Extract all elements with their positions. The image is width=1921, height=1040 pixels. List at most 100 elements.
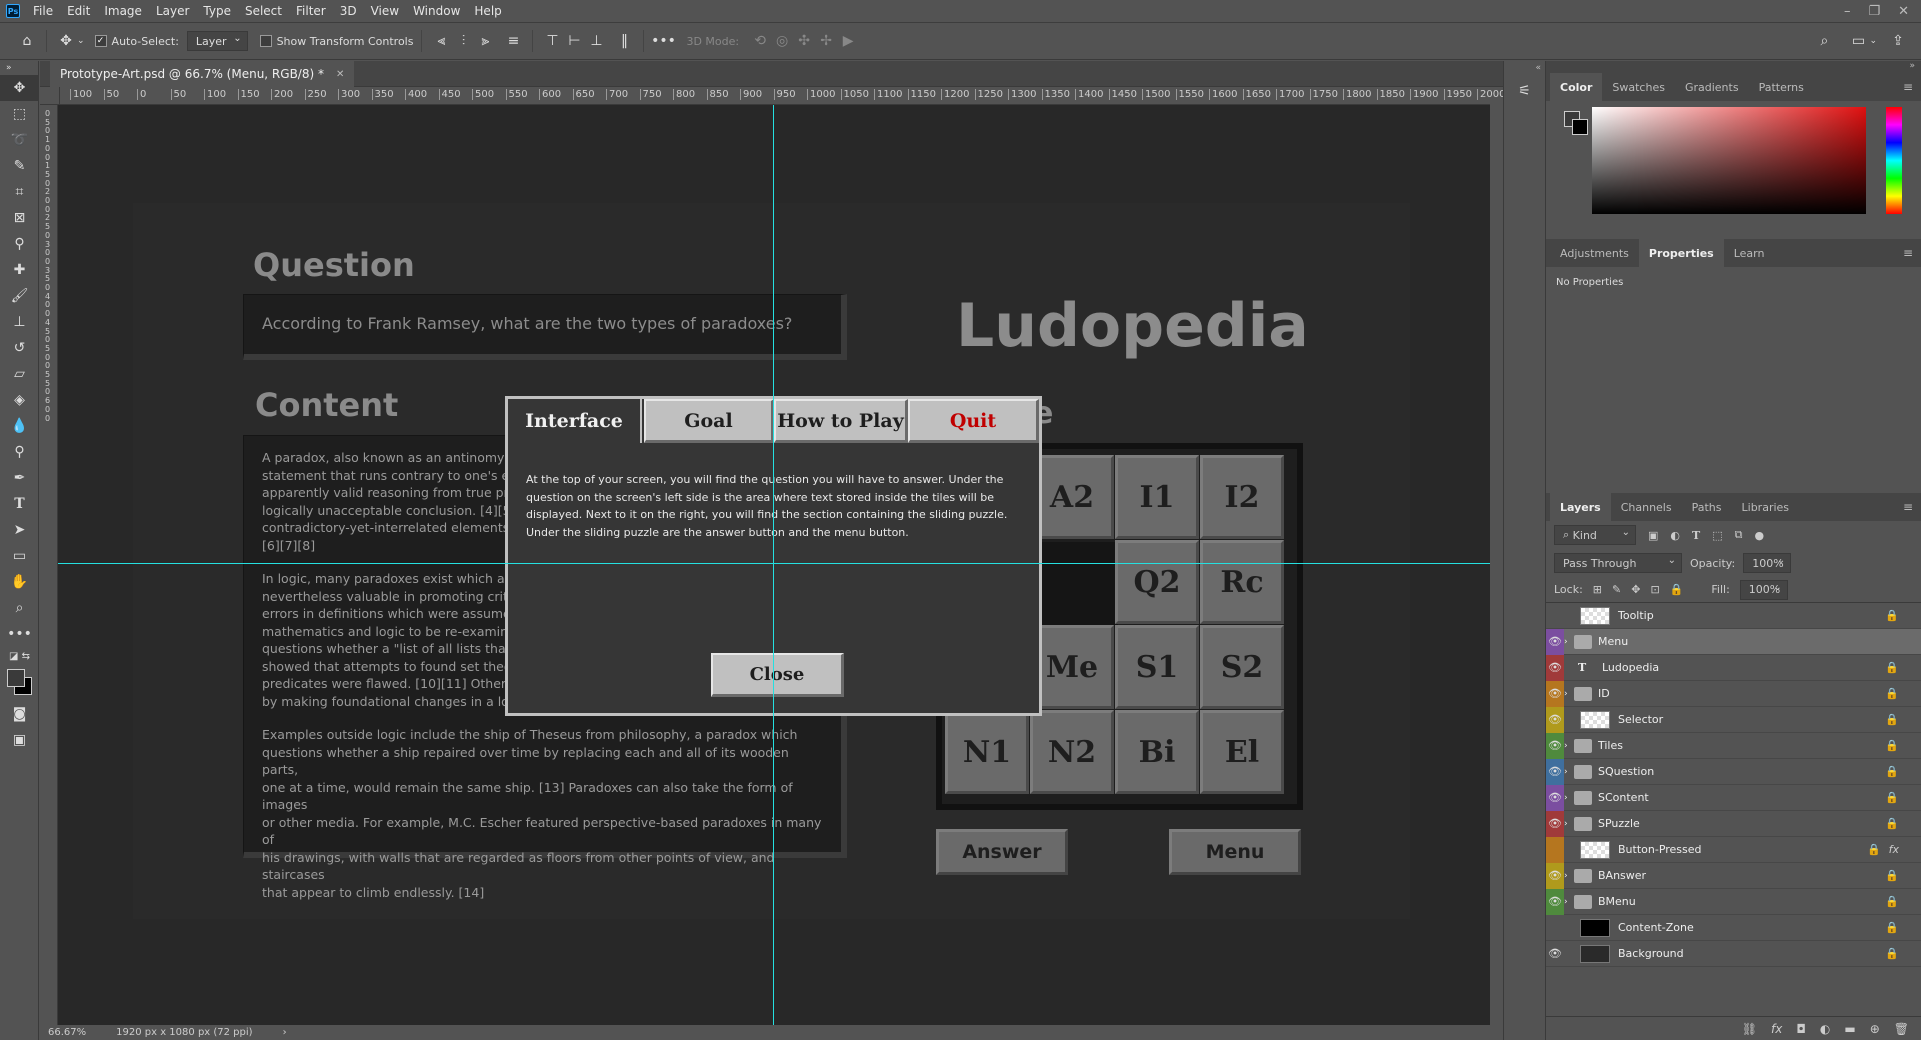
layer-row[interactable]: 👁 › Tiles 🔒 bbox=[1546, 732, 1921, 759]
minimize-icon[interactable]: – bbox=[1844, 4, 1851, 19]
restore-icon[interactable]: ❐ bbox=[1868, 4, 1880, 19]
menu-file[interactable]: File bbox=[26, 4, 60, 18]
tab-interface[interactable]: Interface bbox=[508, 399, 642, 443]
more-options-icon[interactable]: ••• bbox=[651, 30, 676, 52]
tab-patterns[interactable]: Patterns bbox=[1749, 73, 1814, 101]
eye-icon[interactable]: 👁 bbox=[1546, 810, 1564, 837]
move-tool-preset-icon[interactable]: ✥ bbox=[55, 30, 77, 52]
ruler-origin[interactable] bbox=[40, 87, 60, 105]
tab-layers[interactable]: Layers bbox=[1550, 493, 1611, 521]
tab-color[interactable]: Color bbox=[1550, 73, 1603, 101]
visibility-off[interactable] bbox=[1546, 836, 1564, 863]
search-icon[interactable]: ⌕ bbox=[1813, 30, 1835, 52]
puzzle-tile[interactable]: I2 bbox=[1200, 455, 1284, 539]
brush-tool-icon[interactable]: 🖌 bbox=[0, 283, 39, 309]
collapse-icon[interactable]: » bbox=[1546, 61, 1921, 73]
distribute-icon[interactable]: ≡ bbox=[502, 30, 524, 52]
horizontal-guide[interactable] bbox=[58, 563, 1490, 564]
zoom-tool-icon[interactable]: ⌕ bbox=[0, 595, 39, 621]
tab-gradients[interactable]: Gradients bbox=[1675, 73, 1749, 101]
expand-arrow-icon[interactable]: › bbox=[1564, 741, 1574, 751]
puzzle-tile[interactable]: Rc bbox=[1200, 540, 1284, 624]
layer-row[interactable]: Content-Zone 🔒 bbox=[1546, 915, 1921, 941]
expand-arrow-icon[interactable]: › bbox=[1564, 767, 1574, 777]
layer-row[interactable]: 👁 Selector 🔒 bbox=[1546, 706, 1921, 733]
layer-row[interactable]: 👁 › Menu bbox=[1546, 628, 1921, 655]
marquee-tool-icon[interactable]: ⬚ bbox=[0, 101, 39, 127]
layer-row[interactable]: 👁 › BMenu 🔒 bbox=[1546, 888, 1921, 915]
fx-icon[interactable]: fx bbox=[1889, 843, 1899, 856]
eye-icon[interactable]: 👁 bbox=[1546, 706, 1564, 733]
align-center-h-icon[interactable]: ⫶ bbox=[452, 30, 474, 52]
visibility-off[interactable] bbox=[1546, 603, 1564, 629]
frame-tool-icon[interactable]: ⊠ bbox=[0, 205, 39, 231]
align-right-icon[interactable]: ⫸ bbox=[474, 30, 496, 52]
properties-icon[interactable]: ⚟ bbox=[1514, 83, 1536, 105]
tab-goal[interactable]: Goal bbox=[644, 399, 774, 443]
eye-icon[interactable]: 👁 bbox=[1546, 784, 1564, 811]
zoom-level[interactable]: 66.67% bbox=[48, 1027, 86, 1038]
clone-stamp-icon[interactable]: ⊥ bbox=[0, 309, 39, 335]
tab-paths[interactable]: Paths bbox=[1682, 493, 1732, 521]
eye-icon[interactable]: 👁 bbox=[1546, 680, 1564, 707]
expand-arrow-icon[interactable]: › bbox=[1564, 689, 1574, 699]
3d-camera-icon[interactable]: ▶ bbox=[837, 30, 859, 52]
document-tab[interactable]: Prototype-Art.psd @ 66.7% (Menu, RGB/8) … bbox=[50, 61, 355, 87]
close-button[interactable]: Close bbox=[711, 653, 844, 697]
eye-icon[interactable]: 👁 bbox=[1546, 732, 1564, 759]
blur-tool-icon[interactable]: 💧 bbox=[0, 413, 39, 439]
puzzle-tile[interactable]: Bi bbox=[1115, 710, 1199, 794]
color-field[interactable] bbox=[1592, 107, 1866, 214]
collapse-toolbar-icon[interactable]: » bbox=[0, 61, 39, 75]
home-icon[interactable]: ⌂ bbox=[16, 30, 38, 52]
puzzle-tile[interactable]: I1 bbox=[1115, 455, 1199, 539]
align-left-icon[interactable]: ⫷ bbox=[430, 30, 452, 52]
new-adjustment-icon[interactable]: ◐ bbox=[1820, 1022, 1830, 1036]
puzzle-tile[interactable]: N1 bbox=[945, 710, 1029, 794]
move-tool-icon[interactable]: ✥ bbox=[0, 75, 39, 101]
menu-help[interactable]: Help bbox=[467, 4, 508, 18]
puzzle-tile[interactable]: N2 bbox=[1030, 710, 1114, 794]
menu-view[interactable]: View bbox=[364, 4, 406, 18]
eye-icon[interactable]: 👁 bbox=[1546, 888, 1564, 915]
menu-type[interactable]: Type bbox=[196, 4, 238, 18]
filter-smart-object-icon[interactable]: ⧉ bbox=[1735, 528, 1743, 542]
share-icon[interactable]: ⇪ bbox=[1887, 30, 1909, 52]
align-middle-v-icon[interactable]: ⊢ bbox=[563, 30, 585, 52]
eyedropper-tool-icon[interactable]: ⚲ bbox=[0, 231, 39, 257]
panel-menu-icon[interactable]: ≡ bbox=[1903, 246, 1913, 260]
quick-select-tool-icon[interactable]: ✎ bbox=[0, 153, 39, 179]
expand-arrow-icon[interactable]: › bbox=[1564, 897, 1574, 907]
eye-icon[interactable]: 👁 bbox=[1546, 941, 1564, 967]
quick-mask-icon[interactable]: ◙ bbox=[0, 701, 39, 727]
expand-arrow-icon[interactable]: › bbox=[1564, 637, 1574, 647]
new-group-icon[interactable]: ▬ bbox=[1844, 1022, 1855, 1036]
puzzle-tile[interactable]: Q2 bbox=[1115, 540, 1199, 624]
hand-tool-icon[interactable]: ✋ bbox=[0, 569, 39, 595]
lock-all-icon[interactable]: 🔒 bbox=[1670, 583, 1684, 596]
layer-row[interactable]: 👁 › BAnswer 🔒 bbox=[1546, 862, 1921, 889]
workspace-icon[interactable]: ▭ bbox=[1847, 30, 1869, 52]
new-layer-icon[interactable]: ⊕ bbox=[1870, 1022, 1880, 1036]
close-tab-icon[interactable]: ✕ bbox=[336, 69, 344, 80]
fill-input[interactable]: 100% bbox=[1739, 579, 1788, 600]
opacity-input[interactable]: 100% bbox=[1743, 553, 1792, 573]
distribute-v-icon[interactable]: ‖ bbox=[613, 30, 635, 52]
link-layers-icon[interactable]: ⛓ bbox=[1742, 1022, 1757, 1036]
edit-toolbar-icon[interactable]: ••• bbox=[0, 621, 39, 647]
filter-kind-dropdown[interactable]: ⌕ Kind bbox=[1554, 525, 1636, 545]
answer-button[interactable]: Answer bbox=[936, 829, 1068, 875]
filter-shape-icon[interactable]: ⬚ bbox=[1712, 529, 1722, 542]
menu-edit[interactable]: Edit bbox=[60, 4, 97, 18]
close-window-icon[interactable]: ✕ bbox=[1898, 4, 1909, 19]
tab-properties[interactable]: Properties bbox=[1638, 239, 1724, 267]
layer-row[interactable]: Button-Pressed 🔒 fx bbox=[1546, 836, 1921, 863]
eye-icon[interactable]: 👁 bbox=[1546, 628, 1564, 655]
eye-icon[interactable]: 👁 bbox=[1546, 758, 1564, 785]
vertical-guide[interactable] bbox=[773, 105, 774, 1025]
layer-row[interactable]: 👁 › ID 🔒 bbox=[1546, 680, 1921, 707]
align-bottom-icon[interactable]: ⊥ bbox=[585, 30, 607, 52]
type-tool-icon[interactable]: T bbox=[0, 491, 39, 517]
3d-roll-icon[interactable]: ◎ bbox=[771, 30, 793, 52]
puzzle-tile[interactable]: A2 bbox=[1030, 455, 1114, 539]
